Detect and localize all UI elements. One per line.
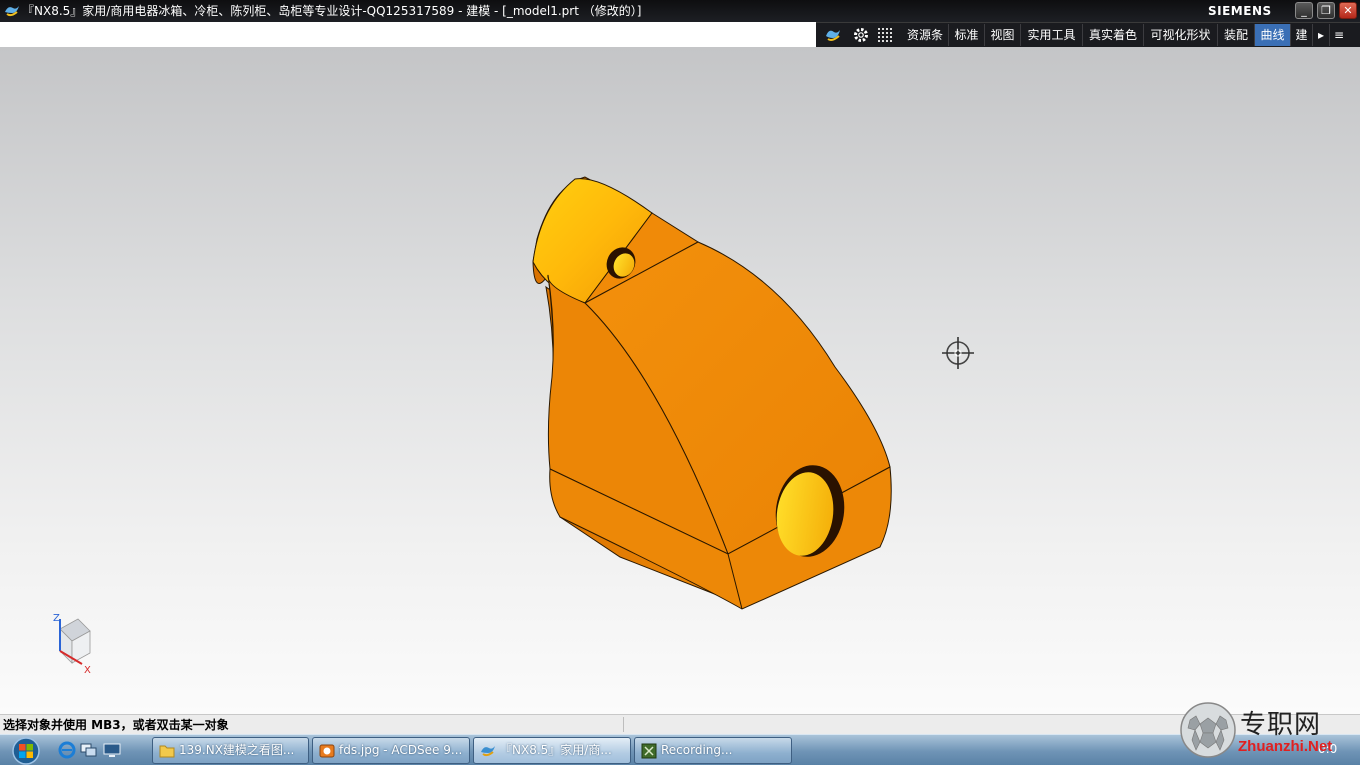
status-separator bbox=[623, 717, 624, 732]
title-bar: 『NX8.5』家用/商用电器冰箱、冷柜、陈列柜、岛柜等专业设计-QQ125317… bbox=[0, 0, 1360, 22]
toolbar-standard[interactable]: 标准 bbox=[949, 24, 985, 46]
part-model[interactable] bbox=[532, 176, 892, 610]
restore-button[interactable]: ❐ bbox=[1317, 2, 1335, 19]
taskbar-task-label: 139.NX建模之看图... bbox=[179, 743, 295, 757]
minimize-button[interactable]: _ bbox=[1295, 2, 1313, 19]
toolbar-overflow-arrow[interactable]: ▸ bbox=[1313, 24, 1330, 46]
recording-icon bbox=[641, 743, 657, 759]
watermark-text-en: Zhuanzhi.Net bbox=[1238, 738, 1333, 755]
view-triad[interactable] bbox=[59, 618, 91, 665]
toolbar-true-shading[interactable]: 真实着色 bbox=[1083, 24, 1144, 46]
watermark: 专职网 Zhuanzhi.Net bbox=[1176, 700, 1360, 765]
folder-icon bbox=[159, 745, 175, 758]
nx-app-icon[interactable] bbox=[4, 3, 20, 19]
gear-icon[interactable] bbox=[852, 26, 870, 44]
nx-app-icon bbox=[481, 746, 495, 757]
grid-icon[interactable] bbox=[877, 26, 895, 44]
taskbar-task-recording[interactable]: Recording... bbox=[634, 737, 792, 764]
toolbar-menu-button[interactable]: ≡ bbox=[1330, 24, 1348, 46]
watermark-text-cn: 专职网 bbox=[1240, 710, 1322, 740]
triad-x-label: X bbox=[84, 665, 91, 676]
window-title: 『NX8.5』家用/商用电器冰箱、冷柜、陈列柜、岛柜等专业设计-QQ125317… bbox=[22, 4, 642, 18]
toolbar-utilities[interactable]: 实用工具 bbox=[1021, 24, 1083, 46]
triad-z-label: Z bbox=[53, 613, 60, 624]
taskbar-task-acdsee[interactable]: fds.jpg - ACDSee 9... bbox=[312, 737, 470, 764]
status-prompt: 选择对象并使用 MB3，或者双击某一对象 bbox=[3, 718, 229, 732]
toolbar-assembly[interactable]: 装配 bbox=[1218, 24, 1255, 46]
taskbar-task-label: fds.jpg - ACDSee 9... bbox=[339, 743, 463, 757]
toolbar-resource-bar[interactable]: 资源条 bbox=[902, 24, 949, 46]
switch-windows-icon[interactable] bbox=[80, 741, 98, 759]
taskbar-task-label: Recording... bbox=[661, 743, 733, 757]
show-desktop-icon[interactable] bbox=[103, 741, 121, 759]
toolbar-build[interactable]: 建 bbox=[1291, 24, 1313, 46]
internet-explorer-icon[interactable] bbox=[58, 741, 76, 759]
soccer-ball-logo-icon bbox=[1180, 702, 1236, 758]
windows-start-button[interactable] bbox=[6, 736, 46, 765]
windows-taskbar: 139.NX建模之看图... fds.jpg - ACDSee 9... 『NX… bbox=[0, 734, 1360, 765]
close-button[interactable]: ✕ bbox=[1339, 2, 1357, 19]
toolbar-curve[interactable]: 曲线 bbox=[1255, 24, 1291, 46]
toolbar-strip: 资源条 标准 视图 实用工具 真实着色 可视化形状 装配 曲线 建 ▸ ≡ bbox=[816, 22, 1360, 47]
toolbar-view[interactable]: 视图 bbox=[985, 24, 1021, 46]
crosshair-cursor-icon bbox=[942, 337, 974, 369]
toolbar-visual-shape[interactable]: 可视化形状 bbox=[1144, 24, 1218, 46]
nx-logo-icon[interactable] bbox=[824, 26, 842, 44]
taskbar-task-label: 『NX8.5』家用/商... bbox=[500, 743, 612, 757]
taskbar-task-folder[interactable]: 139.NX建模之看图... bbox=[152, 737, 309, 764]
graphics-viewport[interactable]: Z X bbox=[0, 47, 1360, 714]
siemens-logo: SIEMENS bbox=[1208, 4, 1272, 18]
taskbar-task-nx[interactable]: 『NX8.5』家用/商... bbox=[473, 737, 631, 764]
acdsee-icon bbox=[319, 744, 335, 758]
status-bar: 选择对象并使用 MB3，或者双击某一对象 bbox=[0, 714, 1360, 734]
